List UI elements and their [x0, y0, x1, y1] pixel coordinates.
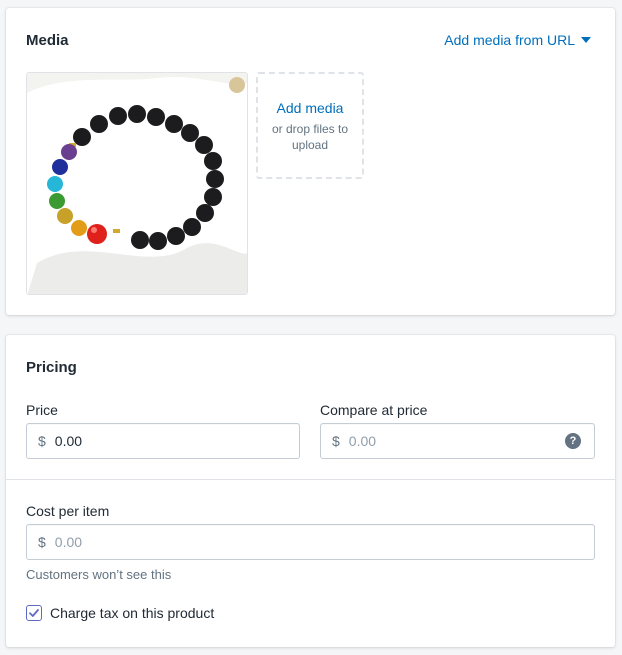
compare-at-price-label: Compare at price	[320, 402, 428, 418]
bracelet-image	[27, 73, 247, 294]
price-label: Price	[26, 402, 58, 418]
media-dropzone[interactable]: Add media or drop files to upload	[256, 72, 364, 179]
media-title: Media	[26, 32, 69, 49]
cost-per-item-input[interactable]: $ 0.00	[26, 524, 595, 560]
caret-down-icon	[581, 37, 591, 43]
cost-per-item-label: Cost per item	[26, 503, 110, 519]
section-divider	[6, 479, 615, 480]
cost-per-item-placeholder: 0.00	[54, 534, 83, 550]
charge-tax-checkbox[interactable]	[26, 605, 42, 621]
dropzone-hint: or drop files to upload	[271, 122, 349, 152]
compare-currency-prefix: $	[332, 433, 340, 449]
cost-currency-prefix: $	[38, 534, 46, 550]
price-input[interactable]: $ 0.00	[26, 423, 300, 459]
add-media-link[interactable]: Add media	[258, 100, 362, 116]
price-value: 0.00	[54, 433, 83, 449]
checkmark-icon	[29, 609, 39, 617]
add-media-from-url-label: Add media from URL	[444, 32, 575, 48]
pricing-title: Pricing	[26, 359, 77, 376]
pricing-card: Pricing Price $ 0.00 Compare at price $ …	[6, 335, 615, 647]
product-image-thumbnail[interactable]	[26, 72, 248, 295]
charge-tax-label: Charge tax on this product	[50, 605, 215, 621]
media-card: Media Add media from URL Add media or dr…	[6, 8, 615, 315]
compare-at-price-input[interactable]: $ 0.00 ?	[320, 423, 595, 459]
add-media-from-url-button[interactable]: Add media from URL	[444, 32, 591, 48]
price-currency-prefix: $	[38, 433, 46, 449]
compare-at-price-placeholder: 0.00	[348, 433, 377, 449]
help-icon[interactable]: ?	[565, 433, 581, 449]
cost-help-text: Customers won’t see this	[26, 567, 172, 582]
charge-tax-option[interactable]: Charge tax on this product	[26, 605, 214, 621]
